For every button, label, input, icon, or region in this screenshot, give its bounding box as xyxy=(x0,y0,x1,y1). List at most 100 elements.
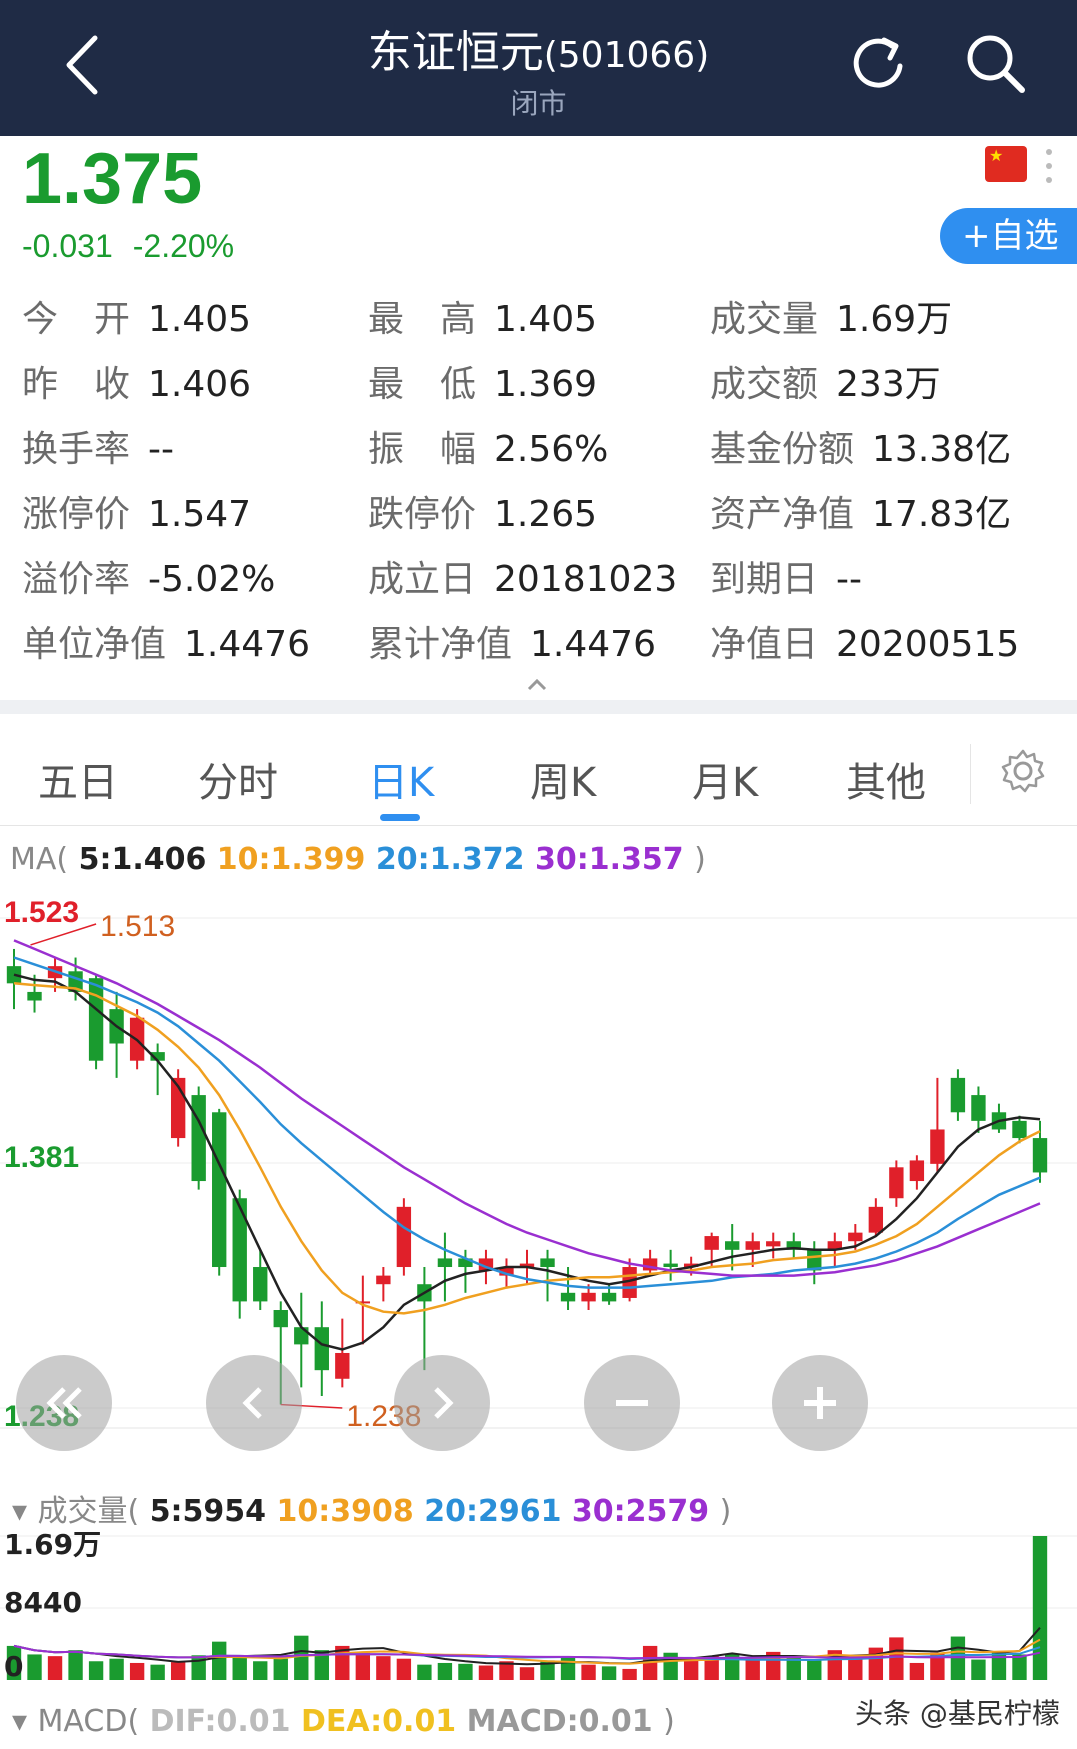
volume-bar xyxy=(868,1647,884,1680)
candle-body xyxy=(540,1258,555,1268)
step-forward-button[interactable] xyxy=(394,1355,490,1451)
search-icon[interactable] xyxy=(962,30,1028,96)
stat-label: 基金份额 xyxy=(710,429,855,470)
candle-body xyxy=(704,1236,719,1250)
volume-bar xyxy=(273,1658,288,1680)
stat-value: 233万 xyxy=(836,364,941,405)
volume-bar xyxy=(253,1661,268,1680)
candle-body xyxy=(581,1292,596,1302)
minus-icon xyxy=(616,1400,648,1406)
stat-label: 净值日 xyxy=(710,624,819,665)
stat-value: 1.4476 xyxy=(184,624,310,665)
candle-body xyxy=(88,978,104,1061)
stat-label: 成交量 xyxy=(710,299,819,340)
fund-code: (501066) xyxy=(543,35,710,76)
stat-value: 20200515 xyxy=(836,624,1020,665)
tab-monthly-k[interactable]: 月K xyxy=(692,750,758,808)
double-chevron-left-icon xyxy=(46,1387,82,1419)
kline-chart[interactable]: 1.5231.3811.2381.5131.238 xyxy=(0,888,1077,1468)
step-backward-button[interactable] xyxy=(206,1355,302,1451)
stat-cell: 跌停价 1.265 xyxy=(368,485,597,537)
volume-bar xyxy=(581,1664,596,1680)
volume-bar xyxy=(150,1664,165,1680)
add-watchlist-button[interactable]: +自选 xyxy=(940,208,1077,264)
volume-axis-top: 1.69万 xyxy=(4,1530,101,1561)
tab-separator xyxy=(970,744,971,804)
volume-bar xyxy=(971,1659,986,1680)
volume-legend[interactable]: ▾ 成交量( 5:5954 10:3908 20:2961 30:2579 ) xyxy=(12,1486,731,1530)
gear-icon[interactable] xyxy=(1000,748,1046,794)
candle-body xyxy=(950,1077,966,1113)
candle-body xyxy=(253,1267,268,1302)
candle-body xyxy=(766,1241,781,1247)
stat-cell: 资产净值 17.83亿 xyxy=(710,485,1011,537)
tab-weekly-k[interactable]: 周K xyxy=(530,750,596,808)
more-vertical-icon[interactable] xyxy=(1044,146,1054,186)
stat-value: 13.38亿 xyxy=(872,429,1012,470)
candle-body xyxy=(745,1241,760,1250)
plus-icon xyxy=(804,1387,836,1419)
y-axis-label: 1.381 xyxy=(4,1141,79,1174)
price-change: -0.031 -2.20% xyxy=(22,228,234,265)
tab-other[interactable]: 其他 xyxy=(846,750,926,808)
volume-chart[interactable]: 1.69万 8440 0 xyxy=(0,1530,1077,1690)
stat-cell: 单位净值 1.4476 xyxy=(22,615,310,667)
volume-prefix: 成交量( xyxy=(37,1494,140,1529)
stat-cell: 振 幅 2.56% xyxy=(368,420,608,472)
stat-cell: 换手率 -- xyxy=(22,420,174,472)
candle-body xyxy=(232,1198,247,1302)
tab-daily-k[interactable]: 日K xyxy=(368,750,434,808)
change-amount: -0.031 xyxy=(22,228,113,264)
candle-body xyxy=(663,1263,678,1268)
stat-label: 成交额 xyxy=(710,364,819,405)
stat-cell: 溢价率 -5.02% xyxy=(22,550,275,602)
stat-value: 17.83亿 xyxy=(872,494,1012,535)
change-percent: -2.20% xyxy=(132,228,235,264)
ma-prefix: MA( xyxy=(10,842,69,877)
volume-bar xyxy=(437,1662,453,1680)
stat-value: 1.547 xyxy=(148,494,252,535)
candle-body xyxy=(212,1112,227,1268)
volume-bar xyxy=(560,1656,576,1680)
candle-body xyxy=(560,1292,576,1302)
stat-label: 最 高 xyxy=(368,299,477,340)
candle-body xyxy=(376,1275,391,1285)
stat-value: 1.4476 xyxy=(530,624,656,665)
macd-dea: DEA:0.01 xyxy=(301,1704,457,1739)
volume-bar xyxy=(478,1665,494,1680)
ma-legend: MA( 5:1.406 10:1.399 20:1.372 30:1.357 ) xyxy=(10,842,706,877)
ma20-line xyxy=(13,956,1041,1289)
stat-value: 1.369 xyxy=(494,364,598,405)
stat-value: 1.265 xyxy=(494,494,598,535)
refresh-icon[interactable] xyxy=(848,32,912,96)
stat-label: 到期日 xyxy=(710,559,819,600)
collapse-triangle-icon: ▾ xyxy=(12,1704,28,1739)
candle-body xyxy=(1012,1120,1027,1139)
candle-body xyxy=(1032,1138,1048,1173)
chevron-up-icon[interactable] xyxy=(526,678,548,692)
candle-body xyxy=(930,1129,945,1164)
volume-bar xyxy=(294,1635,309,1680)
stat-cell: 成立日 20181023 xyxy=(368,550,677,602)
market-status: 闭市 xyxy=(510,87,567,120)
stat-label: 最 低 xyxy=(368,364,477,405)
stat-cell: 昨 收 1.406 xyxy=(22,355,251,407)
stat-label: 溢价率 xyxy=(22,559,131,600)
stat-label: 跌停价 xyxy=(368,494,477,535)
stat-label: 昨 收 xyxy=(22,364,131,405)
tab-five-day[interactable]: 五日 xyxy=(38,750,118,808)
tab-intraday[interactable]: 分时 xyxy=(198,750,278,808)
stat-label: 资产净值 xyxy=(710,494,855,535)
candle-body xyxy=(191,1095,206,1182)
stat-label: 涨停价 xyxy=(22,494,131,535)
stat-value: 1.69万 xyxy=(836,299,953,340)
candle-body xyxy=(273,1310,288,1328)
volume-bar xyxy=(68,1650,83,1680)
zoom-out-button[interactable] xyxy=(584,1355,680,1451)
zoom-in-button[interactable] xyxy=(772,1355,868,1451)
fast-backward-button[interactable] xyxy=(16,1355,112,1451)
volume-bar xyxy=(807,1660,822,1680)
stat-cell: 到期日 -- xyxy=(710,550,862,602)
macd-legend[interactable]: ▾ MACD( DIF:0.01 DEA:0.01 MACD:0.01 ) xyxy=(12,1704,675,1739)
stat-cell: 涨停价 1.547 xyxy=(22,485,251,537)
